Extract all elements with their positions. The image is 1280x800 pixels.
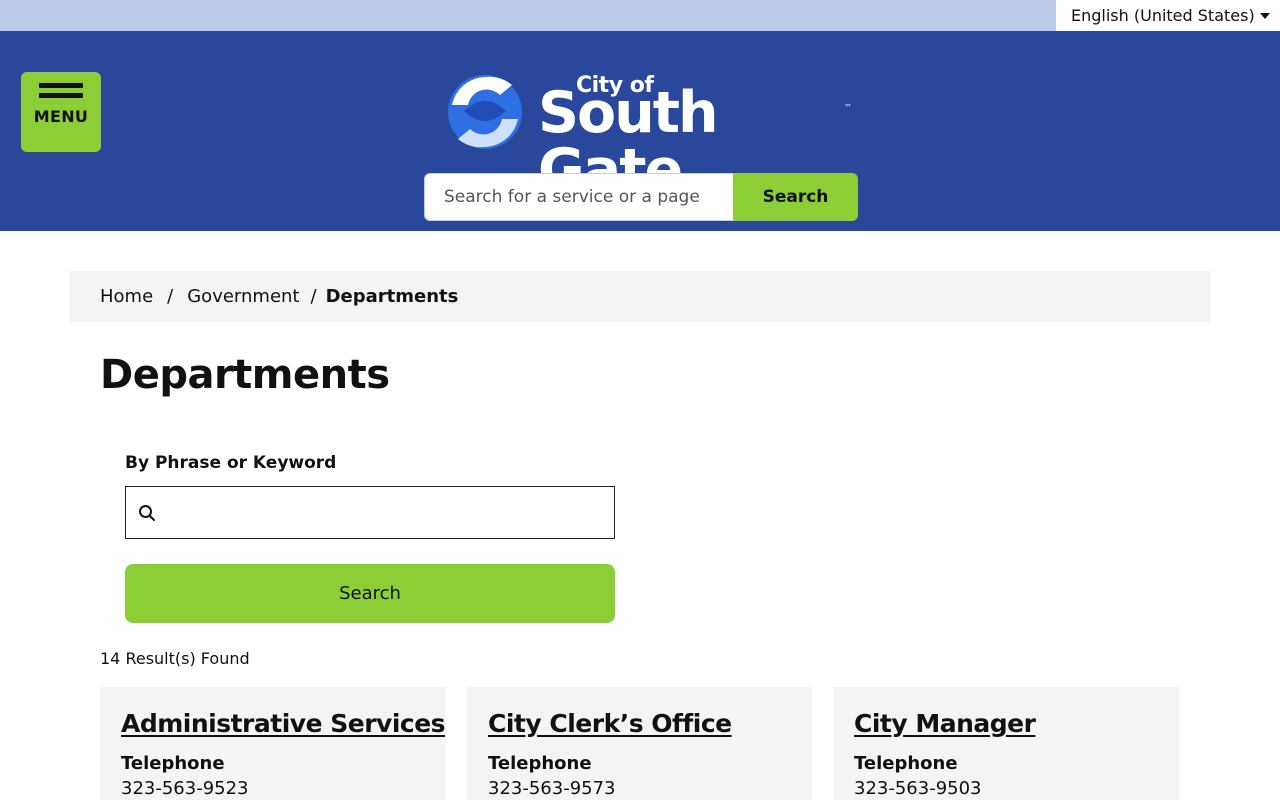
page-title: Departments: [100, 352, 390, 398]
department-card: City Manager Telephone 323-563-9503: [833, 687, 1179, 800]
header-search-input[interactable]: [424, 173, 734, 221]
department-cards: Administrative Services Telephone 323-56…: [100, 687, 1180, 800]
language-selector-label: English (United States): [1071, 6, 1255, 25]
breadcrumb-government-link[interactable]: Government: [187, 286, 299, 307]
department-card: Administrative Services Telephone 323-56…: [100, 687, 446, 800]
breadcrumb-separator: /: [310, 286, 317, 307]
menu-button-label: MENU: [33, 107, 89, 126]
telephone-value[interactable]: 323-563-9523: [121, 778, 425, 799]
breadcrumb-separator: /: [167, 286, 174, 307]
telephone-value[interactable]: 323-563-9503: [854, 778, 1158, 799]
telephone-value[interactable]: 323-563-9573: [488, 778, 791, 799]
department-title-link[interactable]: Administrative Services: [121, 709, 446, 738]
keyword-filter-input[interactable]: [166, 491, 606, 534]
logo-trademark: ™: [844, 103, 852, 112]
city-logo-icon: [448, 75, 522, 149]
department-title-link[interactable]: City Clerk’s Office: [488, 709, 791, 738]
top-utility-bar: English (United States): [0, 0, 1280, 31]
department-title-link[interactable]: City Manager: [854, 709, 1158, 738]
breadcrumb-home-link[interactable]: Home: [100, 286, 153, 307]
telephone-label: Telephone: [121, 753, 225, 774]
telephone-label: Telephone: [854, 753, 958, 774]
hamburger-icon-bar: [39, 83, 83, 88]
results-count: 14 Result(s) Found: [100, 649, 250, 668]
site-header: MENU City of South Gate ™ Search: [0, 31, 1280, 231]
header-search-button[interactable]: Search: [733, 173, 858, 221]
language-selector[interactable]: English (United States): [1056, 0, 1280, 31]
breadcrumb: Home / Government / Departments: [70, 271, 1210, 322]
department-card: City Clerk’s Office Telephone 323-563-95…: [467, 687, 812, 800]
search-icon: [139, 505, 155, 521]
header-search: Search: [424, 173, 858, 221]
telephone-label: Telephone: [488, 753, 592, 774]
breadcrumb-current: Departments: [325, 286, 459, 307]
hamburger-icon-bar: [39, 93, 83, 98]
keyword-filter-field[interactable]: [125, 486, 615, 539]
menu-button[interactable]: MENU: [21, 72, 101, 152]
keyword-filter-label: By Phrase or Keyword: [125, 453, 337, 473]
caret-down-icon: [1260, 13, 1270, 19]
site-logo[interactable]: City of South Gate ™: [444, 69, 854, 199]
filter-search-button[interactable]: Search: [125, 564, 615, 623]
